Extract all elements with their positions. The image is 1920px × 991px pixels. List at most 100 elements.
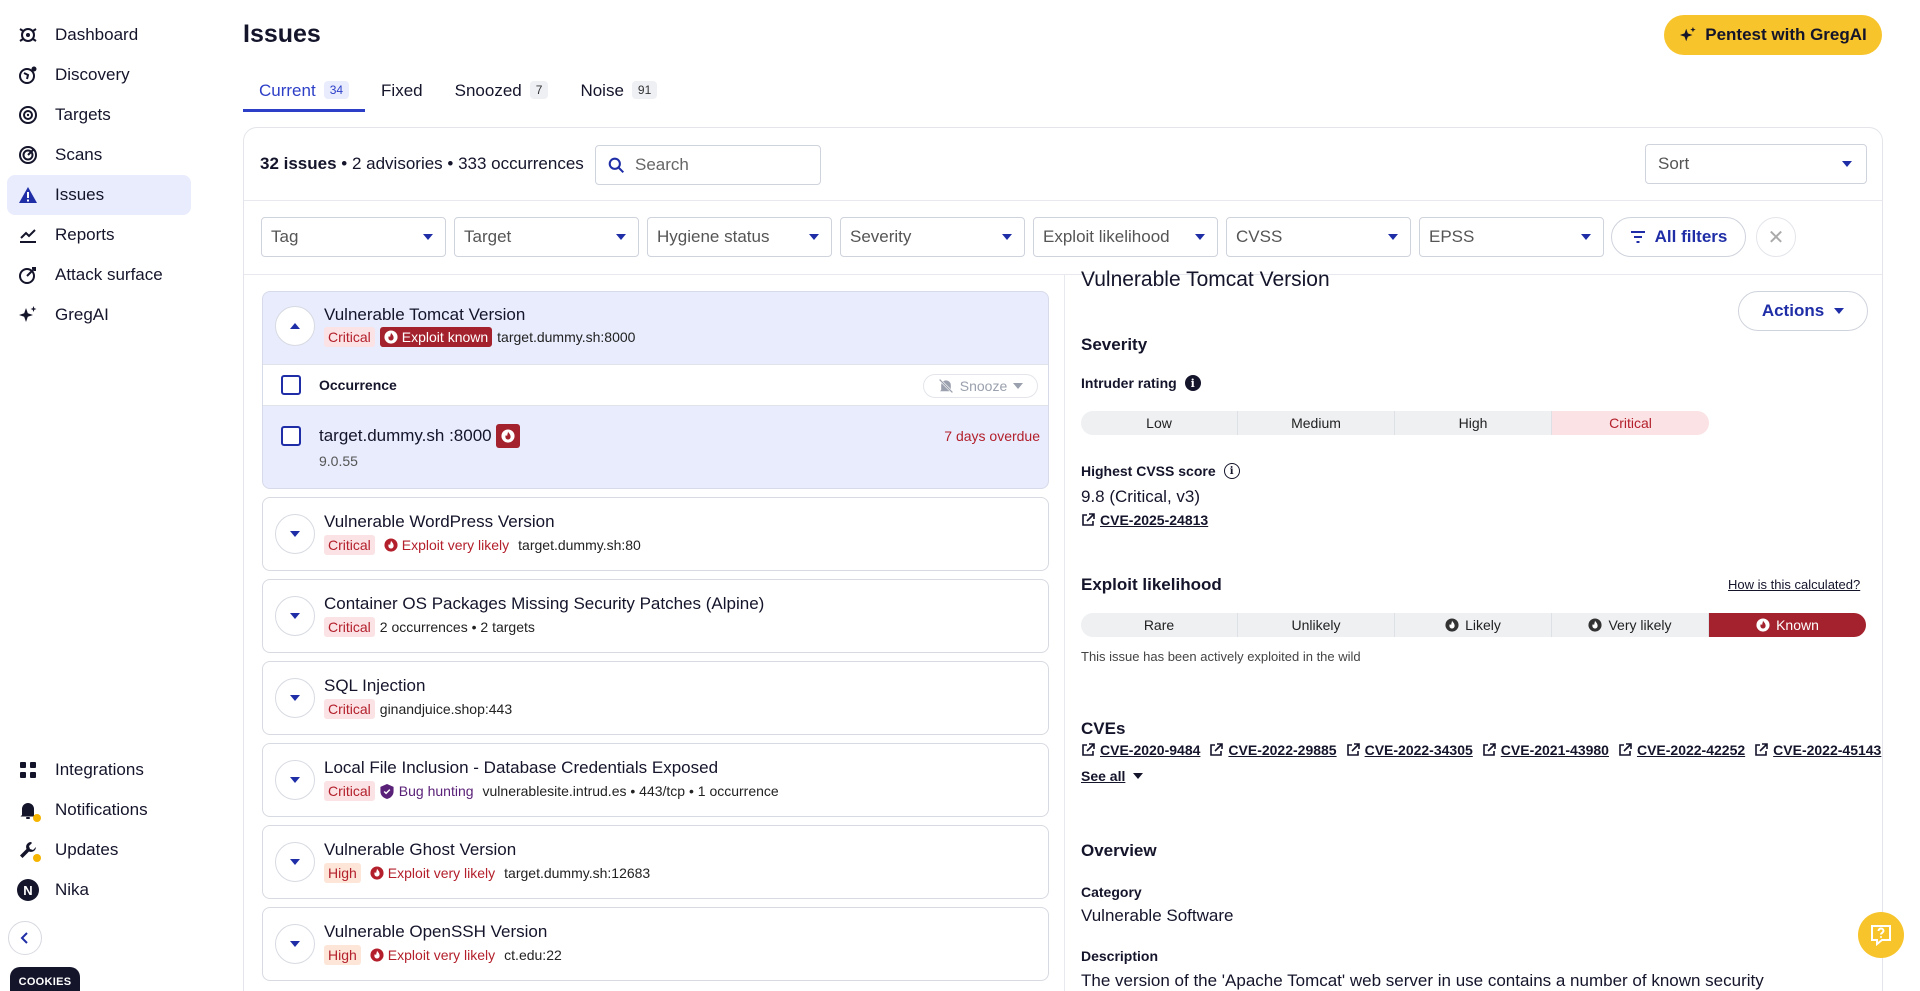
sidebar-item-profile[interactable]: N Nika [7, 870, 191, 910]
severity-badge: High [324, 863, 361, 883]
sidebar-item-integrations[interactable]: Integrations [7, 750, 191, 790]
tab-snoozed[interactable]: Snoozed 7 [439, 76, 565, 112]
filter-epss[interactable]: EPSS [1419, 217, 1604, 257]
occurrence-row[interactable]: target.dummy.sh :8000 [319, 424, 520, 448]
issue-card-lfi[interactable]: Local File Inclusion - Database Credenti… [262, 743, 1049, 817]
chevron-down-icon [1013, 383, 1024, 389]
expand-issue-button[interactable] [275, 842, 315, 882]
issue-card-sql-injection[interactable]: SQL Injection Critical ginandjuice.shop:… [262, 661, 1049, 735]
snooze-button[interactable]: Snooze [923, 374, 1038, 398]
sidebar-item-gregai[interactable]: GregAI [7, 295, 191, 335]
issue-card-tomcat[interactable]: Vulnerable Tomcat Version Critical Explo… [262, 291, 1049, 489]
targets-icon [17, 104, 39, 126]
chevron-down-icon [616, 234, 626, 240]
filter-target[interactable]: Target [454, 217, 639, 257]
tab-current[interactable]: Current 34 [243, 76, 366, 112]
cve-link[interactable]: CVE-2022-34305 [1346, 742, 1473, 758]
cve-link[interactable]: CVE-2020-9484 [1081, 742, 1200, 758]
chevron-down-icon [1581, 234, 1591, 240]
cves-heading: CVEs [1081, 719, 1126, 738]
cve-link[interactable]: CVE-2022-29885 [1209, 742, 1337, 758]
cve-id: CVE-2022-34305 [1364, 742, 1473, 758]
cve-link[interactable]: CVE-2021-43980 [1482, 742, 1609, 758]
sidebar-item-label: Attack surface [55, 265, 163, 284]
filter-cvss[interactable]: CVSS [1226, 217, 1411, 257]
chevron-down-icon [423, 234, 433, 240]
snooze-label: Snooze [959, 378, 1008, 394]
dashboard-icon [17, 24, 39, 46]
sidebar-item-label: Notifications [55, 800, 148, 819]
actions-dropdown[interactable]: Actions [1738, 291, 1868, 331]
cve-link[interactable]: CVE-2022-45143 [1754, 742, 1881, 758]
tab-count: 91 [631, 81, 658, 99]
sidebar-item-attack-surface[interactable]: Attack surface [7, 255, 191, 295]
tab-fixed[interactable]: Fixed [365, 76, 439, 112]
how-calculated-link[interactable]: How is this calculated? [1728, 577, 1860, 592]
issues-summary: 32 issues • 2 advisories • 333 occurrenc… [260, 154, 584, 174]
external-link-icon [1619, 743, 1632, 756]
expand-issue-button[interactable] [275, 760, 315, 800]
see-all-button[interactable]: See all [1081, 768, 1144, 784]
rating-medium: Medium [1238, 411, 1395, 435]
sidebar-item-discovery[interactable]: Discovery [7, 55, 191, 95]
expand-issue-button[interactable] [275, 596, 315, 636]
clear-filters-button[interactable]: ✕ [1756, 217, 1796, 257]
sidebar-item-scans[interactable]: Scans [7, 135, 191, 175]
issue-card-ghost[interactable]: Vulnerable Ghost Version High Exploit ve… [262, 825, 1049, 899]
issue-card-alpine[interactable]: Container OS Packages Missing Security P… [262, 579, 1049, 653]
issue-meta: High Exploit very likely target.dummy.sh… [324, 863, 650, 883]
divider [244, 200, 1882, 201]
tab-noise[interactable]: Noise 91 [564, 76, 673, 112]
separator: • [442, 154, 459, 173]
issue-card-openssh[interactable]: Vulnerable OpenSSH Version High Exploit … [262, 907, 1049, 981]
sidebar-item-issues[interactable]: Issues [7, 175, 191, 215]
occurrence-checkbox[interactable] [281, 426, 301, 446]
issue-card-wordpress[interactable]: Vulnerable WordPress Version Critical Ex… [262, 497, 1049, 571]
sidebar-item-reports[interactable]: Reports [7, 215, 191, 255]
expand-issue-button[interactable] [275, 924, 315, 964]
collapse-sidebar-button[interactable] [8, 921, 42, 955]
likelihood-label: Likely [1465, 617, 1501, 633]
info-icon[interactable]: i [1184, 375, 1201, 391]
filter-severity[interactable]: Severity [840, 217, 1025, 257]
tag-label: Bug hunting [398, 783, 474, 799]
occurrences-count: 333 occurrences [458, 154, 584, 173]
info-icon[interactable]: i [1223, 463, 1240, 479]
tab-label: Current [259, 81, 316, 100]
cookies-button[interactable]: COOKIES [10, 967, 80, 991]
severity-badge: Critical [324, 617, 375, 637]
exploit-badge: Exploit very likely [366, 945, 499, 965]
sidebar-item-updates[interactable]: Updates [7, 830, 191, 870]
grid-icon [17, 759, 39, 781]
issue-target: ginandjuice.shop:443 [379, 701, 513, 717]
pentest-with-gregai-button[interactable]: Pentest with GregAI [1664, 15, 1882, 55]
filter-label: Severity [850, 227, 912, 246]
likelihood-rare: Rare [1081, 613, 1238, 637]
cvss-cve-link[interactable]: CVE-2025-24813 [1081, 512, 1208, 528]
filter-exploit-likelihood[interactable]: Exploit likelihood [1033, 217, 1218, 257]
sidebar-item-dashboard[interactable]: Dashboard [7, 15, 191, 55]
collapse-issue-button[interactable] [275, 306, 315, 346]
chevron-left-icon [20, 932, 28, 944]
issues-count: 32 issues [260, 154, 337, 173]
likelihood-very-likely: Very likely [1552, 613, 1709, 637]
all-filters-button[interactable]: All filters [1611, 217, 1746, 257]
filter-tag[interactable]: Tag [261, 217, 446, 257]
intruder-rating-text: Intruder rating [1081, 375, 1177, 391]
sidebar-item-targets[interactable]: Targets [7, 95, 191, 135]
filter-hygiene-status[interactable]: Hygiene status [647, 217, 832, 257]
severity-badge: Critical [324, 781, 375, 801]
select-all-checkbox[interactable] [281, 375, 301, 395]
sort-dropdown[interactable]: Sort [1645, 144, 1867, 184]
filter-label: Exploit likelihood [1043, 227, 1170, 246]
search-input[interactable]: Search [595, 145, 821, 185]
help-chat-button[interactable] [1858, 912, 1904, 958]
sidebar-item-notifications[interactable]: Notifications [7, 790, 191, 830]
chevron-down-icon [290, 613, 300, 619]
expand-issue-button[interactable] [275, 514, 315, 554]
sidebar-item-label: GregAI [55, 305, 109, 324]
bell-icon [17, 799, 41, 822]
cve-link[interactable]: CVE-2022-42252 [1618, 742, 1745, 758]
occurrence-column-header: Occurrence [319, 377, 397, 393]
expand-issue-button[interactable] [275, 678, 315, 718]
